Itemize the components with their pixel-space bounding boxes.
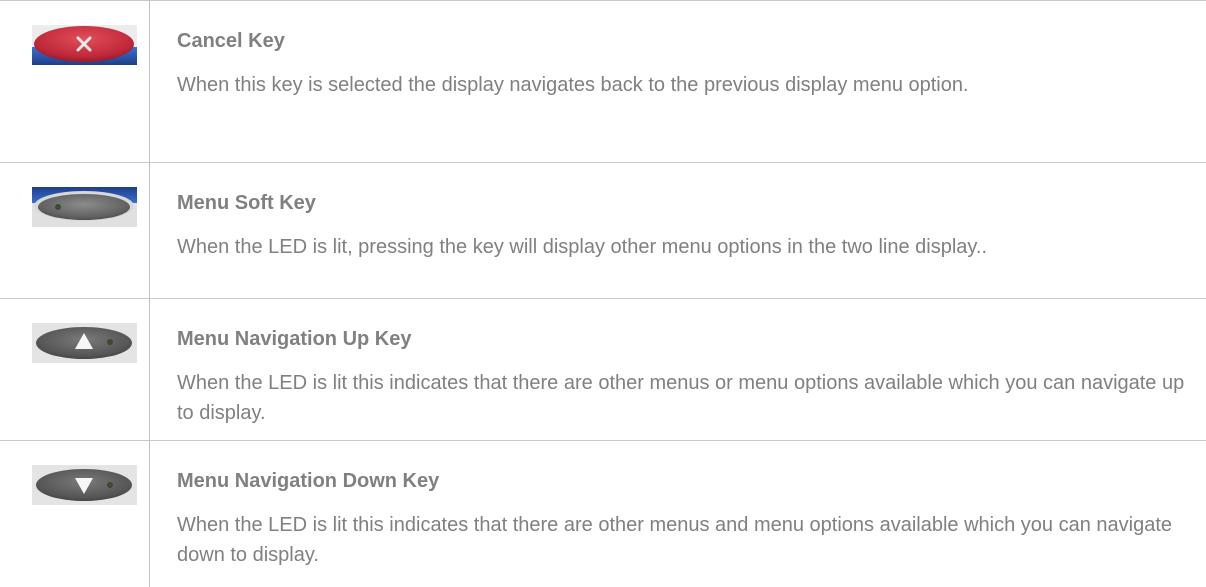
down-arrow-key-icon [32,465,137,505]
key-title: Menu Soft Key [177,192,316,214]
table-row: Menu Soft Key When the LED is lit, press… [0,163,1206,299]
key-reference-table: Cancel Key When this key is selected the… [0,0,1206,587]
table-row: Menu Navigation Up Key When the LED is l… [0,299,1206,441]
key-title: Menu Navigation Up Key [177,328,412,350]
menu-soft-key-icon [32,187,137,227]
key-description: When the LED is lit this indicates that … [177,514,1173,566]
up-arrow-key-icon [32,323,137,363]
table-row: Cancel Key When this key is selected the… [0,1,1206,163]
table-row: Menu Navigation Down Key When the LED is… [0,441,1206,587]
cancel-key-icon [32,25,137,65]
key-description: When the LED is lit this indicates that … [177,372,1185,424]
key-title: Menu Navigation Down Key [177,470,440,492]
key-description: When the LED is lit, pressing the key wi… [177,236,988,258]
key-title: Cancel Key [177,30,285,52]
key-description: When this key is selected the display na… [177,74,969,96]
